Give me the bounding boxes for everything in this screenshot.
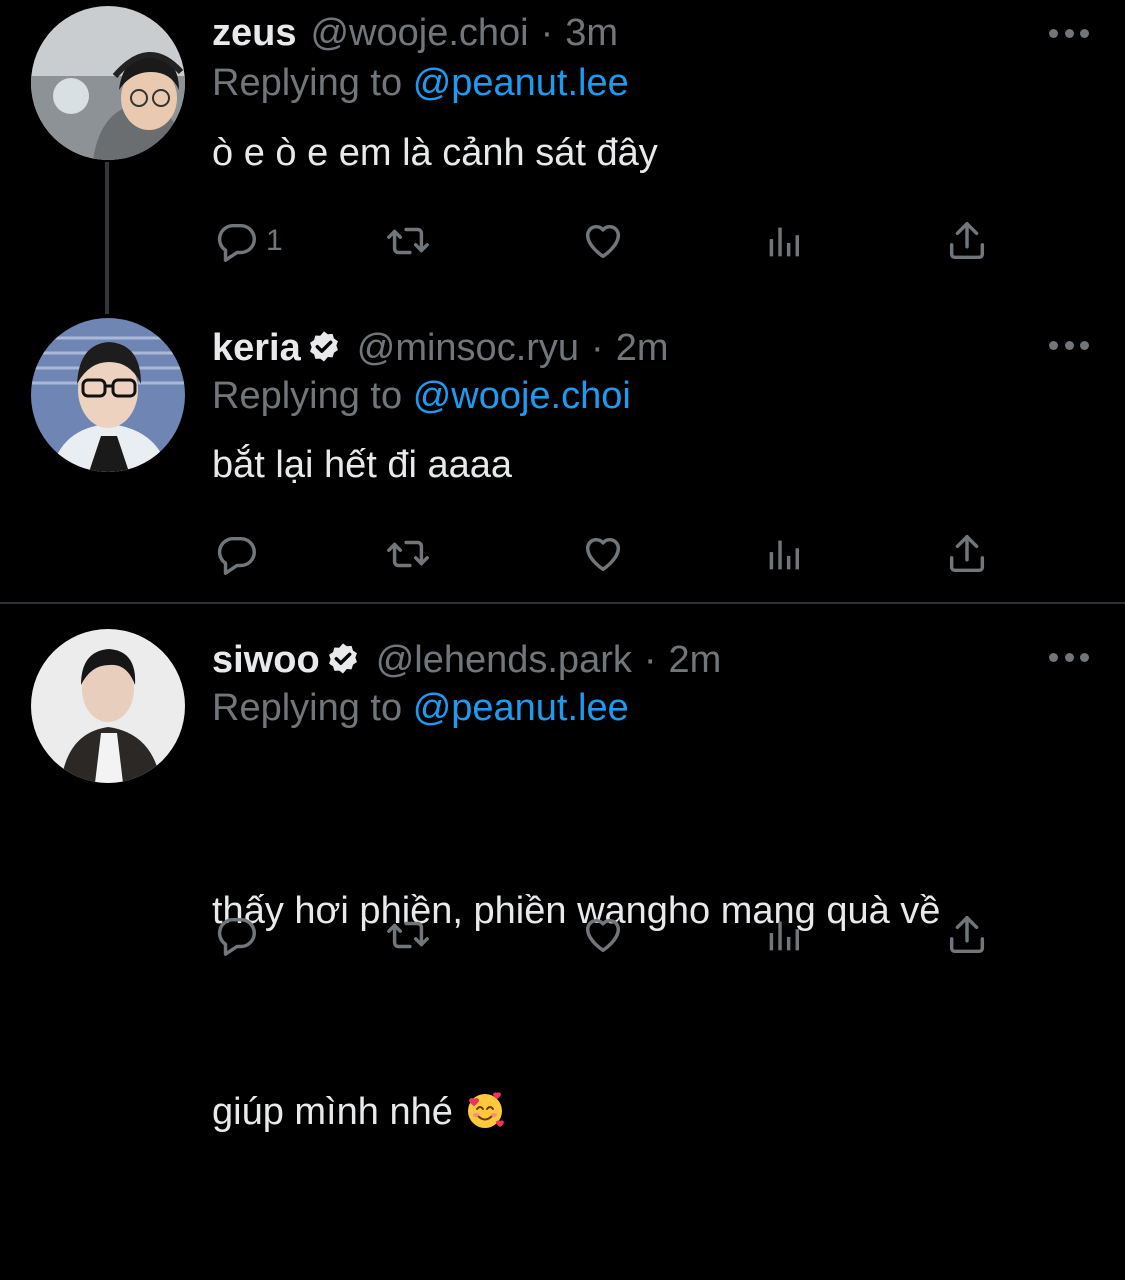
separator-dot: ·	[540, 11, 554, 54]
avatar[interactable]	[31, 629, 185, 783]
replying-to-label: Replying to	[212, 687, 403, 729]
tweet-header: siwoo @lehends.park · 2m	[212, 635, 721, 685]
username[interactable]: @wooje.choi	[310, 12, 528, 55]
tweet[interactable]: siwoo @lehends.park · 2m Replying to @pe…	[0, 604, 1125, 1133]
replying-to: Replying to @peanut.lee	[212, 687, 629, 730]
verified-icon	[305, 329, 343, 367]
retweet-icon	[385, 912, 431, 958]
retweet-button[interactable]	[385, 215, 431, 267]
retweet-button[interactable]	[385, 528, 431, 580]
tweet[interactable]: zeus @wooje.choi · 3m Replying to @peanu…	[0, 0, 1125, 314]
tweet-header: keria @minsoc.ryu · 2m	[212, 323, 669, 373]
tweet-text: ò e ò e em là cảnh sát đây	[212, 132, 658, 174]
retweet-icon	[385, 531, 431, 577]
avatar[interactable]	[31, 6, 185, 160]
reply-button[interactable]	[214, 528, 260, 580]
views-button[interactable]	[762, 215, 808, 267]
views-icon	[762, 912, 808, 958]
tweet[interactable]: keria @minsoc.ryu · 2m Replying to @wooj…	[0, 300, 1125, 602]
timestamp[interactable]: 2m	[669, 639, 722, 682]
username[interactable]: @minsoc.ryu	[357, 327, 579, 370]
reply-icon	[214, 531, 260, 577]
views-button[interactable]	[762, 909, 808, 961]
thread-line	[105, 162, 109, 314]
heart-icon	[580, 218, 626, 264]
reply-count: 1	[266, 224, 283, 257]
mention-link[interactable]: @wooje.choi	[413, 375, 631, 417]
mention-link[interactable]: @peanut.lee	[413, 62, 629, 104]
more-icon[interactable]	[1049, 649, 1089, 665]
tweet-header: zeus @wooje.choi · 3m	[212, 8, 618, 58]
share-button[interactable]	[944, 528, 990, 580]
views-icon	[762, 218, 808, 264]
reply-icon	[214, 218, 260, 264]
more-icon[interactable]	[1049, 337, 1089, 353]
replying-to-label: Replying to	[212, 375, 403, 417]
timestamp[interactable]: 3m	[565, 12, 618, 55]
action-bar: 1	[212, 215, 1012, 267]
tweet-text: bắt lại hết đi aaaa	[212, 444, 513, 486]
username[interactable]: @lehends.park	[376, 639, 632, 682]
retweet-button[interactable]	[385, 909, 431, 961]
tweet-text-line: giúp mình nhé	[212, 1079, 1092, 1146]
separator-dot: ·	[643, 638, 657, 681]
avatar[interactable]	[31, 318, 185, 472]
retweet-icon	[385, 218, 431, 264]
share-button[interactable]	[944, 215, 990, 267]
share-icon	[944, 531, 990, 577]
views-icon	[762, 531, 808, 577]
timestamp[interactable]: 2m	[616, 327, 669, 370]
replying-to: Replying to @peanut.lee	[212, 62, 629, 105]
tweet-text-line-content: giúp mình nhé	[212, 1091, 453, 1133]
avatar-photo	[31, 318, 185, 472]
display-name[interactable]: zeus	[212, 12, 296, 55]
reply-button[interactable]	[214, 909, 260, 961]
views-button[interactable]	[762, 528, 808, 580]
display-name[interactable]: keria	[212, 327, 301, 370]
verified-icon	[324, 641, 362, 679]
tweet-text: thấy hơi phiền, phiền wangho mang quà về…	[212, 744, 1092, 1280]
replying-to: Replying to @wooje.choi	[212, 375, 631, 418]
share-icon	[944, 218, 990, 264]
separator-dot: ·	[591, 326, 604, 369]
more-icon[interactable]	[1049, 25, 1089, 41]
display-name[interactable]: siwoo	[212, 639, 320, 682]
share-icon	[944, 912, 990, 958]
share-button[interactable]	[944, 909, 990, 961]
like-button[interactable]	[580, 528, 626, 580]
action-bar	[212, 909, 1012, 961]
reply-button[interactable]: 1	[214, 215, 283, 267]
avatar-photo	[31, 629, 185, 783]
reply-icon	[214, 912, 260, 958]
like-button[interactable]	[580, 909, 626, 961]
heart-icon	[580, 912, 626, 958]
smiling-face-with-hearts-emoji	[463, 1088, 507, 1132]
action-bar	[212, 528, 1012, 580]
mention-link[interactable]: @peanut.lee	[413, 687, 629, 729]
avatar-photo	[31, 6, 185, 160]
replying-to-label: Replying to	[212, 62, 403, 104]
like-button[interactable]	[580, 215, 626, 267]
heart-icon	[580, 531, 626, 577]
